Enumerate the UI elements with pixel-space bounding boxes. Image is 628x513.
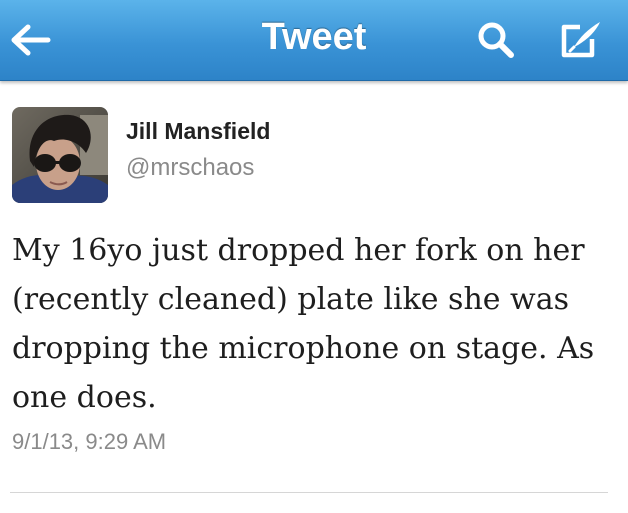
author-handle[interactable]: @mrschaos — [126, 154, 254, 182]
back-arrow-icon — [11, 24, 51, 56]
search-icon — [478, 22, 514, 58]
divider — [10, 492, 608, 493]
compose-icon — [561, 22, 600, 58]
back-button[interactable] — [0, 0, 60, 80]
search-button[interactable] — [468, 0, 524, 80]
compose-button[interactable] — [550, 0, 612, 80]
tweet-text: My 16yo just dropped her fork on her (re… — [12, 233, 595, 415]
page-title: Tweet — [261, 16, 367, 58]
tweet-timestamp: 9/1/13, 9:29 AM — [12, 429, 167, 454]
author-name[interactable]: Jill Mansfield — [126, 118, 270, 145]
avatar[interactable] — [12, 107, 108, 203]
nav-bar: Tweet — [0, 0, 628, 81]
profile-photo — [12, 107, 108, 203]
